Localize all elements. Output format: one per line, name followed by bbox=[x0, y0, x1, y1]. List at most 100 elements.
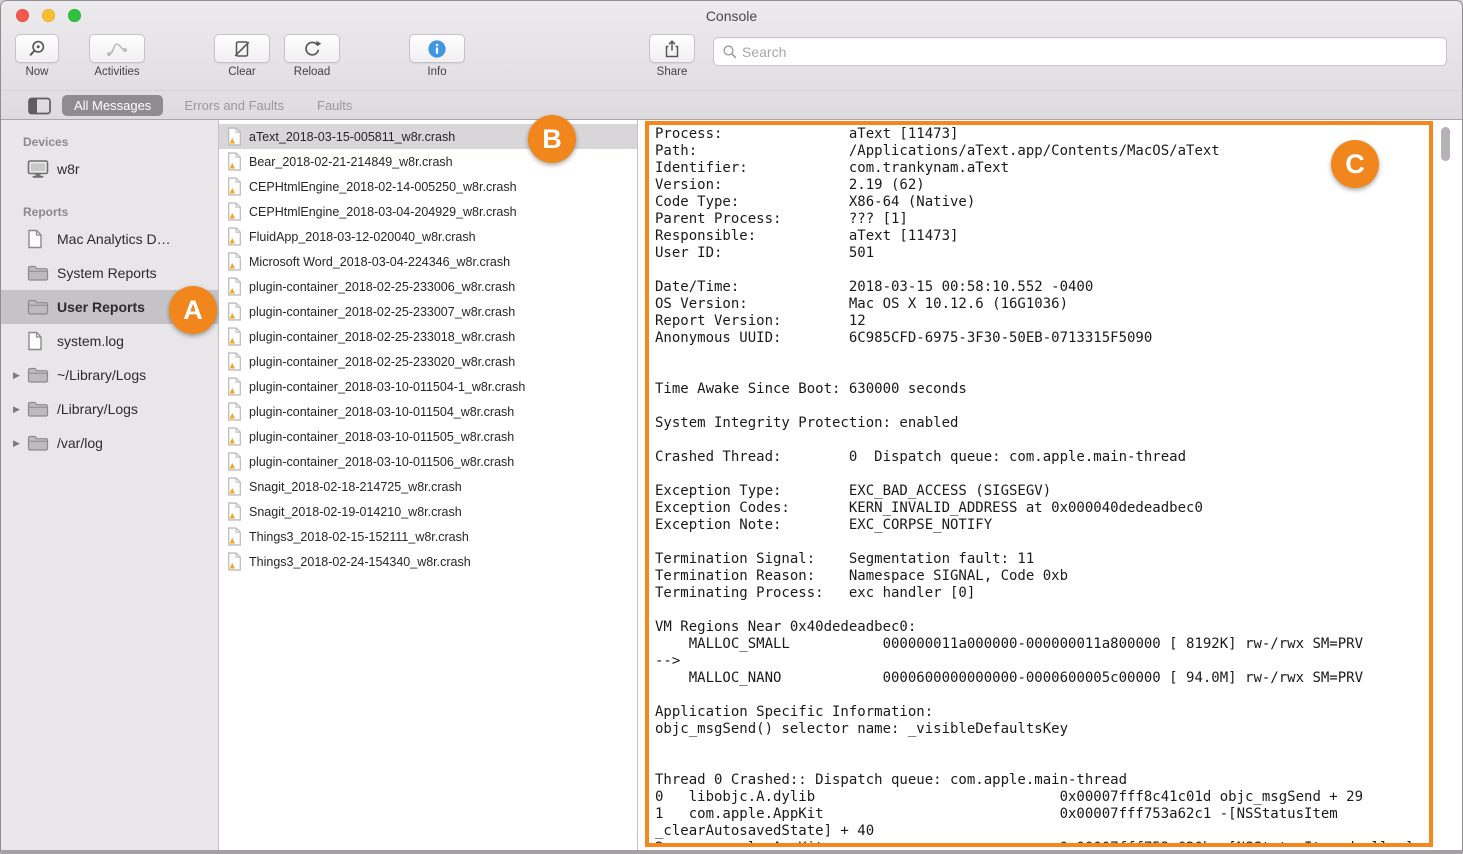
crash-file-row[interactable]: CEPHtmlEngine_2018-03-04-204929_w8r.cras… bbox=[219, 199, 637, 224]
sidebar: Devices ▶ w8r Reports ▶ bbox=[1, 120, 219, 850]
sidebar-item[interactable]: ▶ ~/Library/Logs bbox=[1, 358, 218, 392]
crash-file-name: plugin-container_2018-02-25-233007_w8r.c… bbox=[249, 305, 515, 319]
crash-report-text: Process: aText [11473] Path: /Applicatio… bbox=[649, 125, 1429, 843]
crash-file-row[interactable]: Things3_2018-02-15-152111_w8r.crash bbox=[219, 524, 637, 549]
now-icon bbox=[27, 39, 47, 59]
crash-file-name: CEPHtmlEngine_2018-02-14-005250_w8r.cras… bbox=[249, 180, 517, 194]
toolbar-button-activities[interactable] bbox=[89, 34, 145, 63]
crash-file-row[interactable]: plugin-container_2018-03-10-011506_w8r.c… bbox=[219, 449, 637, 474]
toolbar-item: Clear bbox=[214, 34, 270, 78]
crash-file-icon bbox=[227, 252, 243, 271]
crash-file-row[interactable]: Bear_2018-02-21-214849_w8r.crash bbox=[219, 149, 637, 174]
disclosure-triangle-icon[interactable]: ▶ bbox=[13, 438, 27, 449]
annotation-badge-b: B bbox=[528, 115, 576, 163]
crash-file-name: plugin-container_2018-03-10-011504_w8r.c… bbox=[249, 405, 514, 419]
scrollbar-thumb[interactable] bbox=[1441, 127, 1450, 161]
crash-file-icon bbox=[227, 427, 243, 446]
crash-file-row[interactable]: Microsoft Word_2018-03-04-224346_w8r.cra… bbox=[219, 249, 637, 274]
crash-file-row[interactable]: plugin-container_2018-02-25-233007_w8r.c… bbox=[219, 299, 637, 324]
filter-tab-label: All Messages bbox=[74, 98, 151, 113]
crash-file-name: Things3_2018-02-24-154340_w8r.crash bbox=[249, 555, 471, 569]
crash-file-icon bbox=[227, 152, 243, 171]
sidebar-item[interactable]: ▶ /Library/Logs bbox=[1, 392, 218, 426]
sidebar-item-label: ~/Library/Logs bbox=[57, 367, 146, 383]
toolbar-button-label: Now bbox=[25, 66, 48, 78]
toolbar-button-label: Reload bbox=[294, 66, 330, 78]
sidebar-item[interactable]: ▶ /var/log bbox=[1, 426, 218, 460]
toolbar-button-now[interactable] bbox=[15, 34, 59, 63]
search-input[interactable] bbox=[742, 44, 1438, 60]
crash-file-name: aText_2018-03-15-005811_w8r.crash bbox=[249, 130, 455, 144]
annotation-badge-c: C bbox=[1331, 140, 1379, 188]
sidebar-item[interactable]: ▶ w8r bbox=[1, 152, 218, 186]
crash-file-row[interactable]: Snagit_2018-02-18-214725_w8r.crash bbox=[219, 474, 637, 499]
toolbar-item: Share bbox=[649, 34, 695, 78]
crash-file-name: FluidApp_2018-03-12-020040_w8r.crash bbox=[249, 230, 476, 244]
crash-file-name: Microsoft Word_2018-03-04-224346_w8r.cra… bbox=[249, 255, 510, 269]
sidebar-section: Devices ▶ w8r bbox=[1, 132, 218, 186]
crash-file-name: plugin-container_2018-03-10-011504-1_w8r… bbox=[249, 380, 525, 394]
toolbar-button-label: Info bbox=[427, 66, 446, 78]
crash-file-icon bbox=[227, 227, 243, 246]
toolbar-button-share[interactable] bbox=[649, 34, 695, 63]
crash-file-icon bbox=[227, 277, 243, 296]
sidebar-item[interactable]: ▶ System Reports bbox=[1, 256, 218, 290]
crash-file-name: plugin-container_2018-03-10-011505_w8r.c… bbox=[249, 430, 514, 444]
crash-file-name: plugin-container_2018-02-25-233018_w8r.c… bbox=[249, 330, 515, 344]
console-window: Console Now Activities bbox=[0, 0, 1463, 854]
crash-file-row[interactable]: plugin-container_2018-03-10-011504_w8r.c… bbox=[219, 399, 637, 424]
filter-tab[interactable]: Errors and Faults bbox=[172, 95, 296, 116]
crash-file-row[interactable]: Things3_2018-02-24-154340_w8r.crash bbox=[219, 549, 637, 574]
crash-file-name: CEPHtmlEngine_2018-03-04-204929_w8r.cras… bbox=[249, 205, 517, 219]
titlebar: Console bbox=[1, 1, 1462, 31]
crash-file-icon bbox=[227, 452, 243, 471]
folder-icon bbox=[27, 264, 49, 282]
crash-file-name: Snagit_2018-02-19-014210_w8r.crash bbox=[249, 505, 462, 519]
toolbar-item: Activities bbox=[89, 34, 145, 78]
crash-file-row[interactable]: plugin-container_2018-03-10-011504-1_w8r… bbox=[219, 374, 637, 399]
folder-icon bbox=[27, 298, 49, 316]
crash-file-row[interactable]: Snagit_2018-02-19-014210_w8r.crash bbox=[219, 499, 637, 524]
info-icon bbox=[427, 39, 447, 59]
crash-file-icon bbox=[227, 202, 243, 221]
crash-file-icon bbox=[227, 127, 243, 146]
sidebar-section-items: ▶ w8r bbox=[1, 152, 218, 186]
crash-file-row[interactable]: CEPHtmlEngine_2018-02-14-005250_w8r.cras… bbox=[219, 174, 637, 199]
sidebar-item-label: System Reports bbox=[57, 265, 157, 281]
display-icon bbox=[27, 159, 49, 179]
crash-file-row[interactable]: plugin-container_2018-02-25-233018_w8r.c… bbox=[219, 324, 637, 349]
toolbar-item: Now bbox=[15, 34, 59, 78]
crash-file-row[interactable]: plugin-container_2018-03-10-011505_w8r.c… bbox=[219, 424, 637, 449]
disclosure-triangle-icon[interactable]: ▶ bbox=[13, 370, 27, 381]
toolbar-button-label: Share bbox=[657, 66, 688, 78]
sidebar-item[interactable]: ▶ Mac Analytics D… bbox=[1, 222, 218, 256]
crash-file-row[interactable]: plugin-container_2018-02-25-233006_w8r.c… bbox=[219, 274, 637, 299]
folder-icon bbox=[27, 400, 49, 418]
sidebar-item-label: /var/log bbox=[57, 435, 103, 451]
activities-icon bbox=[106, 40, 128, 58]
toolbar-button-clear[interactable] bbox=[214, 34, 270, 63]
toolbar-button-reload[interactable] bbox=[284, 34, 340, 63]
disclosure-triangle-icon[interactable]: ▶ bbox=[13, 404, 27, 415]
toolbar-button-info[interactable] bbox=[409, 34, 465, 63]
sidebar-item-label: /Library/Logs bbox=[57, 401, 138, 417]
annotation-badge-a: A bbox=[169, 286, 217, 334]
filter-tab-label: Faults bbox=[317, 98, 352, 113]
reload-icon bbox=[302, 39, 322, 59]
toolbar-button-label: Activities bbox=[94, 66, 139, 78]
toolbar: Now Activities Clear Reload bbox=[1, 32, 1462, 90]
sidebar-toggle-icon[interactable] bbox=[28, 96, 52, 116]
crash-file-name: plugin-container_2018-02-25-233006_w8r.c… bbox=[249, 280, 515, 294]
crash-file-row[interactable]: plugin-container_2018-02-25-233020_w8r.c… bbox=[219, 349, 637, 374]
crash-file-icon bbox=[227, 352, 243, 371]
toolbar-button-label: Clear bbox=[228, 66, 255, 78]
filter-tab[interactable]: Faults bbox=[305, 95, 364, 116]
content: Devices ▶ w8r Reports ▶ bbox=[1, 120, 1462, 850]
crash-file-row[interactable]: FluidApp_2018-03-12-020040_w8r.crash bbox=[219, 224, 637, 249]
filter-bar: All Messages Errors and Faults Faults bbox=[1, 90, 1462, 120]
crash-file-name: Things3_2018-02-15-152111_w8r.crash bbox=[249, 530, 469, 544]
search-field[interactable] bbox=[713, 37, 1447, 66]
crash-file-name: Bear_2018-02-21-214849_w8r.crash bbox=[249, 155, 453, 169]
filter-tab[interactable]: All Messages bbox=[62, 95, 163, 116]
crash-file-list: aText_2018-03-15-005811_w8r.crash Bear_2… bbox=[219, 120, 638, 850]
